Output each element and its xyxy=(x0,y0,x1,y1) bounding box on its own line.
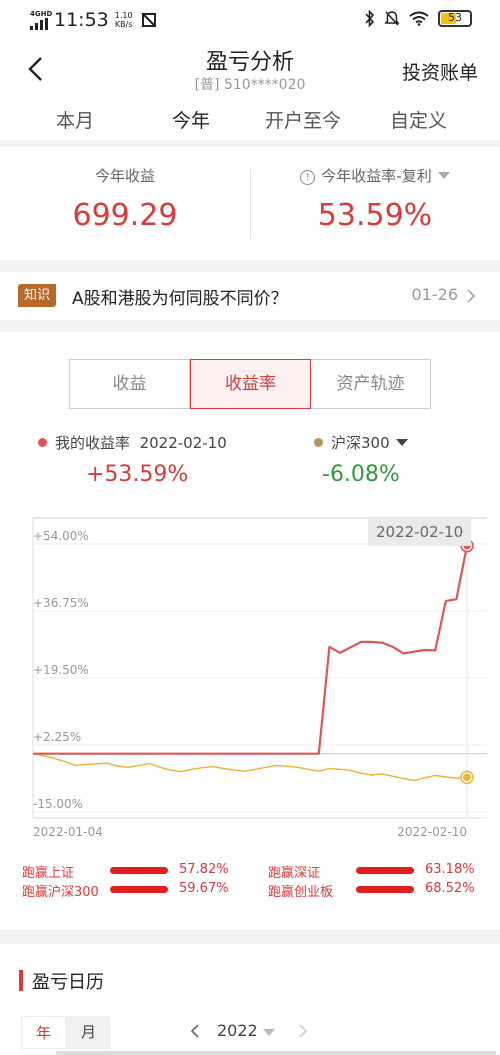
x-tick-label: 2022-02-10 xyxy=(397,825,467,839)
info-icon[interactable]: ! xyxy=(300,170,316,185)
tab-since-opening[interactable]: 开户至今 xyxy=(265,106,341,133)
y-tick-label: +2.25% xyxy=(33,730,81,744)
knowledge-banner[interactable]: 知识 A股和港股为何同股不同价？ 01-26 xyxy=(0,272,500,320)
legend-mine-label: 我的收益率 xyxy=(55,434,131,452)
rate-selector[interactable]: ! 今年收益率-复利 xyxy=(250,165,500,186)
stat-label: 跑赢深证 xyxy=(268,866,321,881)
return-chart[interactable]: +54.00% +36.75% +19.50% +2.25% -15.00% 2022-0… xyxy=(0,514,500,844)
tab-this-year[interactable]: 今年 xyxy=(172,106,210,133)
y-tick-label: +19.50% xyxy=(33,663,89,677)
calendar-grid-top xyxy=(56,1051,496,1055)
period-tabs: 本月 今年 开户至今 自定义 xyxy=(0,100,500,140)
series-line-benchmark xyxy=(32,753,468,782)
legend-mine: 我的收益率 2022-02-10 xyxy=(38,432,227,453)
mine-return-value: +53.59% xyxy=(86,462,189,487)
stat-label: 跑赢创业板 xyxy=(268,885,334,900)
stat-label: 跑赢上证 xyxy=(22,866,75,881)
chart-panel: 收益 收益率 资产轨迹 我的收益率 2022-02-10 +53.59% 沪深3… xyxy=(0,332,500,930)
legend-benchmark-label: 沪深300 xyxy=(331,434,390,452)
rate-label: 今年收益率-复利 xyxy=(321,167,432,185)
series-line-mine xyxy=(33,545,469,755)
speed-unit: KB/s xyxy=(114,20,133,29)
battery-level: 53 xyxy=(448,11,462,24)
tab-profit[interactable]: 收益 xyxy=(70,360,190,408)
section-marker xyxy=(19,970,23,991)
legend-benchmark[interactable]: 沪深300 xyxy=(314,432,408,453)
toggle-year[interactable]: 年 xyxy=(21,1016,66,1049)
battery-icon: 53 xyxy=(438,10,472,27)
chevron-left-icon[interactable] xyxy=(190,1023,200,1039)
stat-label: 跑赢沪深300 xyxy=(22,885,99,900)
endpoint-benchmark xyxy=(463,773,471,782)
stat-bar xyxy=(110,867,168,874)
investment-bill-link[interactable]: 投资账单 xyxy=(402,58,478,85)
knowledge-title: A股和港股为何同股不同价？ xyxy=(72,289,288,309)
rate-value: 53.59% xyxy=(317,198,433,233)
dropdown-arrow-icon xyxy=(437,172,450,179)
y-tick-label: +54.00% xyxy=(33,529,89,543)
year-dropdown-icon[interactable] xyxy=(263,1029,275,1036)
stat-shanghai: 跑赢上证 57.82% xyxy=(22,862,252,881)
chevron-right-icon[interactable] xyxy=(298,1023,308,1039)
chevron-right-icon xyxy=(467,289,476,303)
benchmark-dropdown-icon xyxy=(395,439,408,446)
calendar-title: 盈亏日历 xyxy=(32,972,104,993)
knowledge-date: 01-26 xyxy=(411,285,459,304)
mute-icon xyxy=(384,11,400,26)
status-bar: 4GHD 11:53 1.10 KB/s 53 xyxy=(0,0,500,38)
bluetooth-icon xyxy=(365,10,375,27)
highlight-date-tag: 2022-02-10 xyxy=(368,518,472,546)
stat-shenzhen: 跑赢深证 63.18% xyxy=(268,862,498,881)
calendar-view-toggle: 年 月 xyxy=(21,1016,111,1049)
profit-block: 今年收益 699.29 xyxy=(0,147,250,233)
profit-calendar: 盈亏日历 年 月 2022 xyxy=(0,944,500,1055)
calendar-year[interactable]: 2022 xyxy=(217,1021,258,1040)
speed-value: 1.10 xyxy=(114,11,133,20)
stat-bar xyxy=(356,886,414,893)
tab-asset-track[interactable]: 资产轨迹 xyxy=(311,360,430,408)
legend-dot-mine xyxy=(38,438,47,447)
profit-label: 今年收益 xyxy=(94,167,155,185)
clock: 11:53 xyxy=(54,9,109,31)
wifi-icon xyxy=(409,11,429,26)
tab-this-month[interactable]: 本月 xyxy=(56,106,94,133)
stat-value: 63.18% xyxy=(425,862,475,877)
benchmark-return-value: -6.08% xyxy=(322,462,400,487)
stat-bar xyxy=(110,886,168,893)
nav-bar: 盈亏分析 [普] 510****020 投资账单 xyxy=(0,38,500,100)
x-tick-label: 2022-01-04 xyxy=(33,825,103,839)
knowledge-badge: 知识 xyxy=(18,284,57,307)
stat-value: 59.67% xyxy=(179,881,229,896)
profit-value: 699.29 xyxy=(72,198,178,233)
stat-bar xyxy=(356,867,414,874)
stat-value: 68.52% xyxy=(425,881,475,896)
network-speed: 1.10 KB/s xyxy=(115,11,133,29)
legend-mine-date: 2022-02-10 xyxy=(139,434,227,452)
tab-custom[interactable]: 自定义 xyxy=(390,106,447,133)
stat-value: 57.82% xyxy=(179,862,229,877)
toggle-month[interactable]: 月 xyxy=(66,1016,111,1049)
y-tick-label: -15.00% xyxy=(33,797,83,811)
y-tick-label: +36.75% xyxy=(33,596,89,610)
legend-dot-benchmark xyxy=(314,438,323,447)
network-type: 4GHD xyxy=(30,10,53,18)
screenshot-icon xyxy=(141,13,156,27)
stat-chinext: 跑赢创业板 68.52% xyxy=(268,881,498,900)
summary-card: 今年收益 699.29 ! 今年收益率-复利 53.59% xyxy=(0,147,500,260)
stat-csi300: 跑赢沪深300 59.67% xyxy=(22,881,252,900)
signal-icon: 4GHD xyxy=(30,10,52,30)
tab-return-rate[interactable]: 收益率 xyxy=(190,359,311,409)
rate-block: ! 今年收益率-复利 53.59% xyxy=(250,147,500,233)
chart-mode-tabs: 收益 收益率 资产轨迹 xyxy=(69,359,431,409)
